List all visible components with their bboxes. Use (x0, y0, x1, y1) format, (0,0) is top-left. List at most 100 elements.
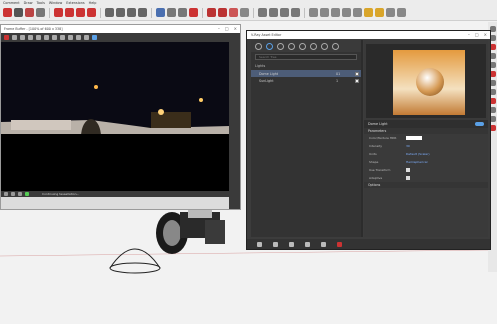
select-tool-icon[interactable] (3, 8, 12, 17)
channel-icon[interactable] (44, 35, 49, 40)
light-enable-checkbox[interactable] (355, 78, 359, 83)
units-select[interactable]: Default (Scalar) (406, 152, 430, 156)
sphere-light-icon[interactable] (269, 8, 278, 17)
sun-tool-icon[interactable] (364, 8, 373, 17)
textures-icon[interactable] (299, 42, 306, 50)
section-tool-icon[interactable] (309, 8, 318, 17)
asset-enable-toggle[interactable] (475, 122, 484, 126)
position-camera-icon[interactable] (353, 8, 362, 17)
list-item-label: SunLight (259, 78, 274, 83)
pan-tool-icon[interactable] (167, 8, 176, 17)
zoom-extents-icon[interactable] (189, 8, 198, 17)
status-icon[interactable] (11, 192, 15, 196)
light-tool-icon[interactable] (258, 8, 267, 17)
close-icon[interactable]: × (484, 32, 487, 37)
text-tool-icon[interactable] (116, 8, 125, 17)
menu-help[interactable]: Help (89, 1, 97, 5)
search-input[interactable]: Search Tree (255, 54, 357, 60)
asset-properties-panel: Dome Light Parameters Color/Texture HDR … (364, 40, 488, 237)
vray-render-icon[interactable] (207, 8, 216, 17)
paint-tool-icon[interactable] (25, 8, 34, 17)
rectangle-tool-icon[interactable] (36, 8, 45, 17)
menu-draw[interactable]: Draw (24, 1, 33, 5)
frame-buffer-side-panel (229, 33, 240, 209)
maximize-icon[interactable]: □ (475, 32, 479, 37)
minimize-icon[interactable]: – (468, 32, 470, 37)
status-bar (0, 316, 497, 324)
status-icon[interactable] (18, 192, 22, 196)
materials-icon[interactable] (255, 42, 262, 50)
settings-icon[interactable] (310, 42, 317, 50)
open-file-icon[interactable] (273, 241, 278, 247)
fog-tool-icon[interactable] (386, 8, 395, 17)
walk-tool-icon[interactable] (331, 8, 340, 17)
light-enable-checkbox[interactable] (355, 71, 359, 76)
geometry-icon[interactable] (277, 42, 284, 50)
duplicate-icon[interactable] (305, 241, 310, 247)
channel-icon[interactable] (20, 35, 25, 40)
menu-extensions[interactable]: Extensions (66, 1, 84, 5)
offset-tool-icon[interactable] (87, 8, 96, 17)
toolbar-divider (151, 7, 152, 18)
camera-tool-icon[interactable] (320, 8, 329, 17)
property-label: Units (369, 152, 377, 156)
add-asset-icon[interactable] (257, 241, 262, 247)
intensity-value[interactable]: 30 (406, 144, 410, 148)
eraser-tool-icon[interactable] (14, 8, 23, 17)
options-label: Options (368, 183, 381, 187)
channel-icon[interactable] (4, 35, 9, 40)
close-icon[interactable]: × (234, 26, 237, 31)
use-transform-checkbox[interactable] (406, 168, 410, 172)
channel-icon[interactable] (28, 35, 33, 40)
panel-splitter[interactable] (361, 40, 363, 237)
lights-icon[interactable] (266, 42, 273, 50)
list-item[interactable]: SunLight 1 (251, 77, 361, 84)
maximize-icon[interactable]: □ (225, 26, 229, 31)
frame-buffer-window: Frame Buffer - [100% of 600 x 338] – □ × (0, 24, 241, 210)
property-label: Adaptive (369, 176, 383, 180)
clear-icon[interactable] (68, 35, 73, 40)
status-icon[interactable] (25, 192, 29, 196)
render-viewport (1, 42, 240, 191)
render-icon[interactable] (92, 35, 97, 40)
frame-buffer-icon[interactable] (332, 42, 339, 50)
minimize-icon[interactable]: – (218, 26, 220, 31)
vray-editor-icon[interactable] (229, 8, 238, 17)
status-icon[interactable] (4, 192, 8, 196)
options-section[interactable]: Options (364, 182, 488, 188)
menu-comment[interactable]: Comment (3, 1, 20, 5)
menu-tools[interactable]: Tools (36, 1, 44, 5)
axes-tool-icon[interactable] (127, 8, 136, 17)
menu-window[interactable]: Window (49, 1, 62, 5)
channel-icon[interactable] (52, 35, 57, 40)
extension-tool-icon[interactable] (397, 8, 406, 17)
render-button-icon[interactable] (337, 241, 342, 247)
save-icon[interactable] (60, 35, 65, 40)
channel-icon[interactable] (12, 35, 17, 40)
scale-tool-icon[interactable] (76, 8, 85, 17)
region-icon[interactable] (76, 35, 81, 40)
render-elements-icon[interactable] (288, 42, 295, 50)
3d-text-tool-icon[interactable] (138, 8, 147, 17)
tape-tool-icon[interactable] (105, 8, 114, 17)
property-row: Units Default (Scalar) (364, 150, 488, 158)
adaptive-checkbox[interactable] (406, 176, 410, 180)
mesh-light-icon[interactable] (291, 8, 300, 17)
move-tool-icon[interactable] (54, 8, 63, 17)
save-icon[interactable] (289, 241, 294, 247)
dome-light-icon[interactable] (280, 8, 289, 17)
delete-icon[interactable] (321, 241, 326, 247)
render-icon[interactable] (321, 42, 328, 50)
vray-interactive-icon[interactable] (218, 8, 227, 17)
stop-icon[interactable] (84, 35, 89, 40)
channel-icon[interactable] (36, 35, 41, 40)
orbit-tool-icon[interactable] (156, 8, 165, 17)
zoom-tool-icon[interactable] (178, 8, 187, 17)
list-item[interactable]: Dome Light 01 (251, 70, 361, 77)
color-swatch[interactable] (406, 136, 422, 140)
rotate-tool-icon[interactable] (65, 8, 74, 17)
look-tool-icon[interactable] (342, 8, 351, 17)
vray-fb-icon[interactable] (240, 8, 249, 17)
shadow-tool-icon[interactable] (375, 8, 384, 17)
shape-select[interactable]: Hemispherical (406, 160, 427, 164)
